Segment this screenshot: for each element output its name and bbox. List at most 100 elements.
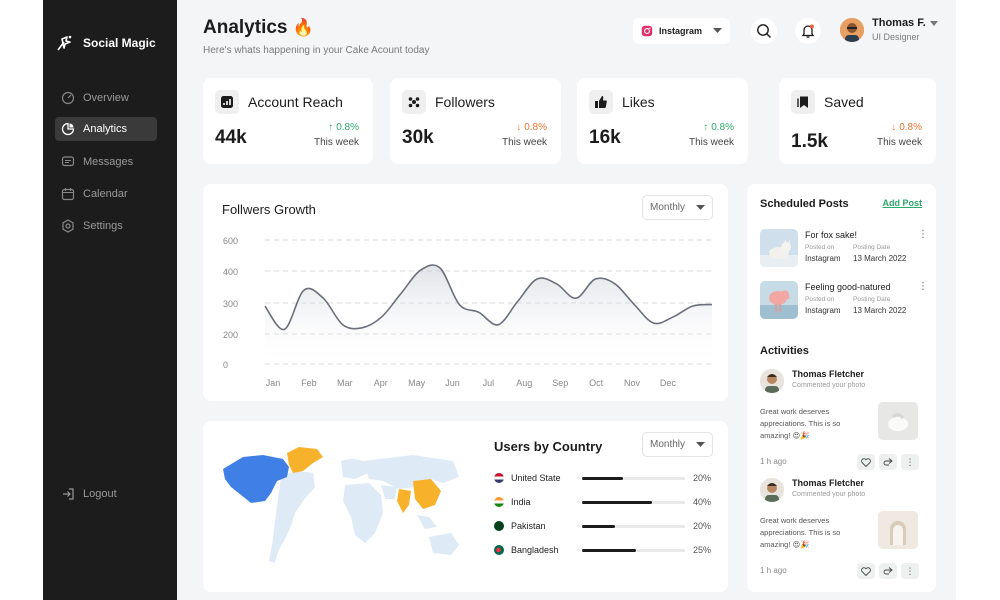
sidebar-item-calendar[interactable]: Calendar [55, 182, 157, 206]
activity-item: Thomas Fletcher Commented your photo Gre… [760, 369, 924, 474]
search-button[interactable] [751, 18, 777, 44]
calendar-icon [61, 188, 75, 201]
stat-title-text: Likes [622, 94, 655, 110]
more-options-icon[interactable]: ⋮ [901, 454, 919, 470]
activity-photo [878, 402, 918, 440]
posting-date-label: Posting Date [853, 296, 891, 303]
y-tick-label: 200 [223, 330, 238, 340]
stat-title-text: Account Reach [248, 94, 343, 110]
post-posted-on: Posted on Instagram [805, 244, 841, 263]
stat-change-value: 0.8% [899, 122, 922, 133]
activity-user-name: Thomas Fletcher [792, 369, 865, 379]
brand[interactable]: Social Magic [55, 33, 156, 53]
user-menu[interactable]: Thomas F. UI Designer [840, 17, 938, 42]
growth-period-dropdown[interactable]: Monthly [642, 195, 713, 220]
thumbs-up-icon [589, 90, 613, 114]
activity-user-name: Thomas Fletcher [792, 478, 865, 488]
scheduled-posts-title: Scheduled Posts [760, 198, 849, 210]
platform-select[interactable]: Instagram [633, 18, 730, 44]
sidebar-item-label: Messages [83, 156, 134, 168]
y-tick-label: 600 [223, 236, 238, 246]
chart-icon [215, 90, 239, 114]
reply-icon[interactable] [879, 454, 897, 470]
x-tick-label: Mar [337, 378, 353, 388]
stat-period: This week [501, 137, 547, 148]
brand-name: Social Magic [83, 36, 156, 50]
arrow-down-icon: ↓ [891, 122, 897, 133]
more-options-icon[interactable]: ⋮ [918, 229, 928, 240]
us-flag-icon [494, 473, 504, 483]
country-bar [582, 524, 685, 528]
arrow-up-icon: ↑ [328, 122, 334, 133]
users-by-country-card: Users by Country Monthly United State 20… [203, 421, 728, 592]
heart-icon[interactable] [857, 454, 875, 470]
country-bar [582, 476, 685, 480]
sidebar-item-label: Analytics [83, 123, 128, 135]
chevron-down-icon [929, 20, 938, 26]
reply-icon[interactable] [879, 563, 897, 579]
sidebar-item-messages[interactable]: Messages [55, 150, 157, 174]
x-tick-label: Dec [660, 378, 677, 388]
country-bar-fill [582, 548, 636, 552]
logout-button[interactable]: Logout [55, 482, 157, 506]
user-role: UI Designer [872, 32, 920, 42]
add-post-link[interactable]: Add Post [883, 198, 923, 208]
scheduled-post[interactable]: For fox sake! Posted on Instagram Posting… [760, 229, 928, 267]
post-posting-date: Posting Date 13 March 2022 [853, 244, 906, 263]
activity-action: Commented your photo [792, 382, 866, 389]
country-period-dropdown[interactable]: Monthly [642, 432, 713, 457]
users-by-country-title: Users by Country [494, 439, 603, 454]
activity-actions: ⋮ [857, 563, 919, 579]
overview-icon [61, 91, 75, 105]
stat-change-value: 0.8% [524, 122, 547, 133]
chevron-down-icon [696, 204, 705, 210]
post-posted-on: Posted on Instagram [805, 296, 841, 315]
country-name: Pakistan [511, 521, 546, 531]
post-thumbnail [760, 229, 798, 267]
x-tick-label: Feb [301, 378, 317, 388]
settings-icon [62, 219, 74, 233]
stat-card-account-reach[interactable]: Account Reach 44k ↑ 0.8% This week [203, 78, 373, 164]
world-map [223, 447, 459, 563]
sidebar-item-label: Settings [83, 220, 123, 232]
stat-card-likes[interactable]: Likes 16k ↑ 0.8% This week [577, 78, 748, 164]
sidebar-item-analytics[interactable]: Analytics [55, 117, 157, 141]
stat-title: Saved [791, 90, 864, 114]
country-percent: 40% [692, 497, 711, 507]
stat-title: Followers [402, 90, 495, 114]
more-options-icon[interactable]: ⋮ [918, 281, 928, 292]
right-panel: Scheduled Posts Add Post For fox sake! P… [747, 184, 936, 592]
stat-period: This week [688, 137, 734, 148]
country-bar [582, 500, 685, 504]
activity-photo [878, 511, 918, 549]
sidebar-item-label: Calendar [83, 188, 128, 200]
more-options-icon[interactable]: ⋮ [901, 563, 919, 579]
posted-on-label: Posted on [805, 296, 835, 303]
stat-card-followers[interactable]: Followers 30k ↓ 0.8% This week [390, 78, 561, 164]
post-title: Feeling good-natured [805, 282, 891, 292]
stat-change: ↑ 0.8% This week [689, 122, 734, 148]
bookmark-icon [791, 90, 815, 114]
heart-icon[interactable] [857, 563, 875, 579]
country-row-united-state: United State 20% [494, 470, 711, 486]
post-platform: Instagram [805, 254, 841, 263]
avatar [840, 17, 864, 42]
post-date: 13 March 2022 [853, 306, 907, 315]
sidebar-item-overview[interactable]: Overview [55, 86, 157, 110]
app-window: Social Magic Overview Analytics Messages… [43, 0, 956, 600]
country-percent: 20% [692, 521, 711, 531]
x-tick-label: Apr [374, 378, 388, 388]
bell-icon [801, 24, 815, 38]
sidebar-item-settings[interactable]: Settings [55, 214, 157, 238]
activity-action: Commented your photo [792, 491, 866, 498]
x-tick-label: Nov [624, 378, 641, 388]
scheduled-post[interactable]: Feeling good-natured Posted on Instagram … [760, 281, 928, 319]
post-platform: Instagram [805, 306, 841, 315]
country-name: United State [511, 473, 561, 483]
arrow-up-icon: ↑ [703, 122, 709, 133]
post-posting-date: Posting Date 13 March 2022 [853, 296, 906, 315]
stat-card-saved[interactable]: Saved 1.5k ↓ 0.8% This week [779, 78, 936, 164]
brand-logo-icon [57, 35, 72, 51]
activity-time: 1 h ago [760, 457, 787, 466]
notifications-button[interactable] [795, 18, 821, 44]
